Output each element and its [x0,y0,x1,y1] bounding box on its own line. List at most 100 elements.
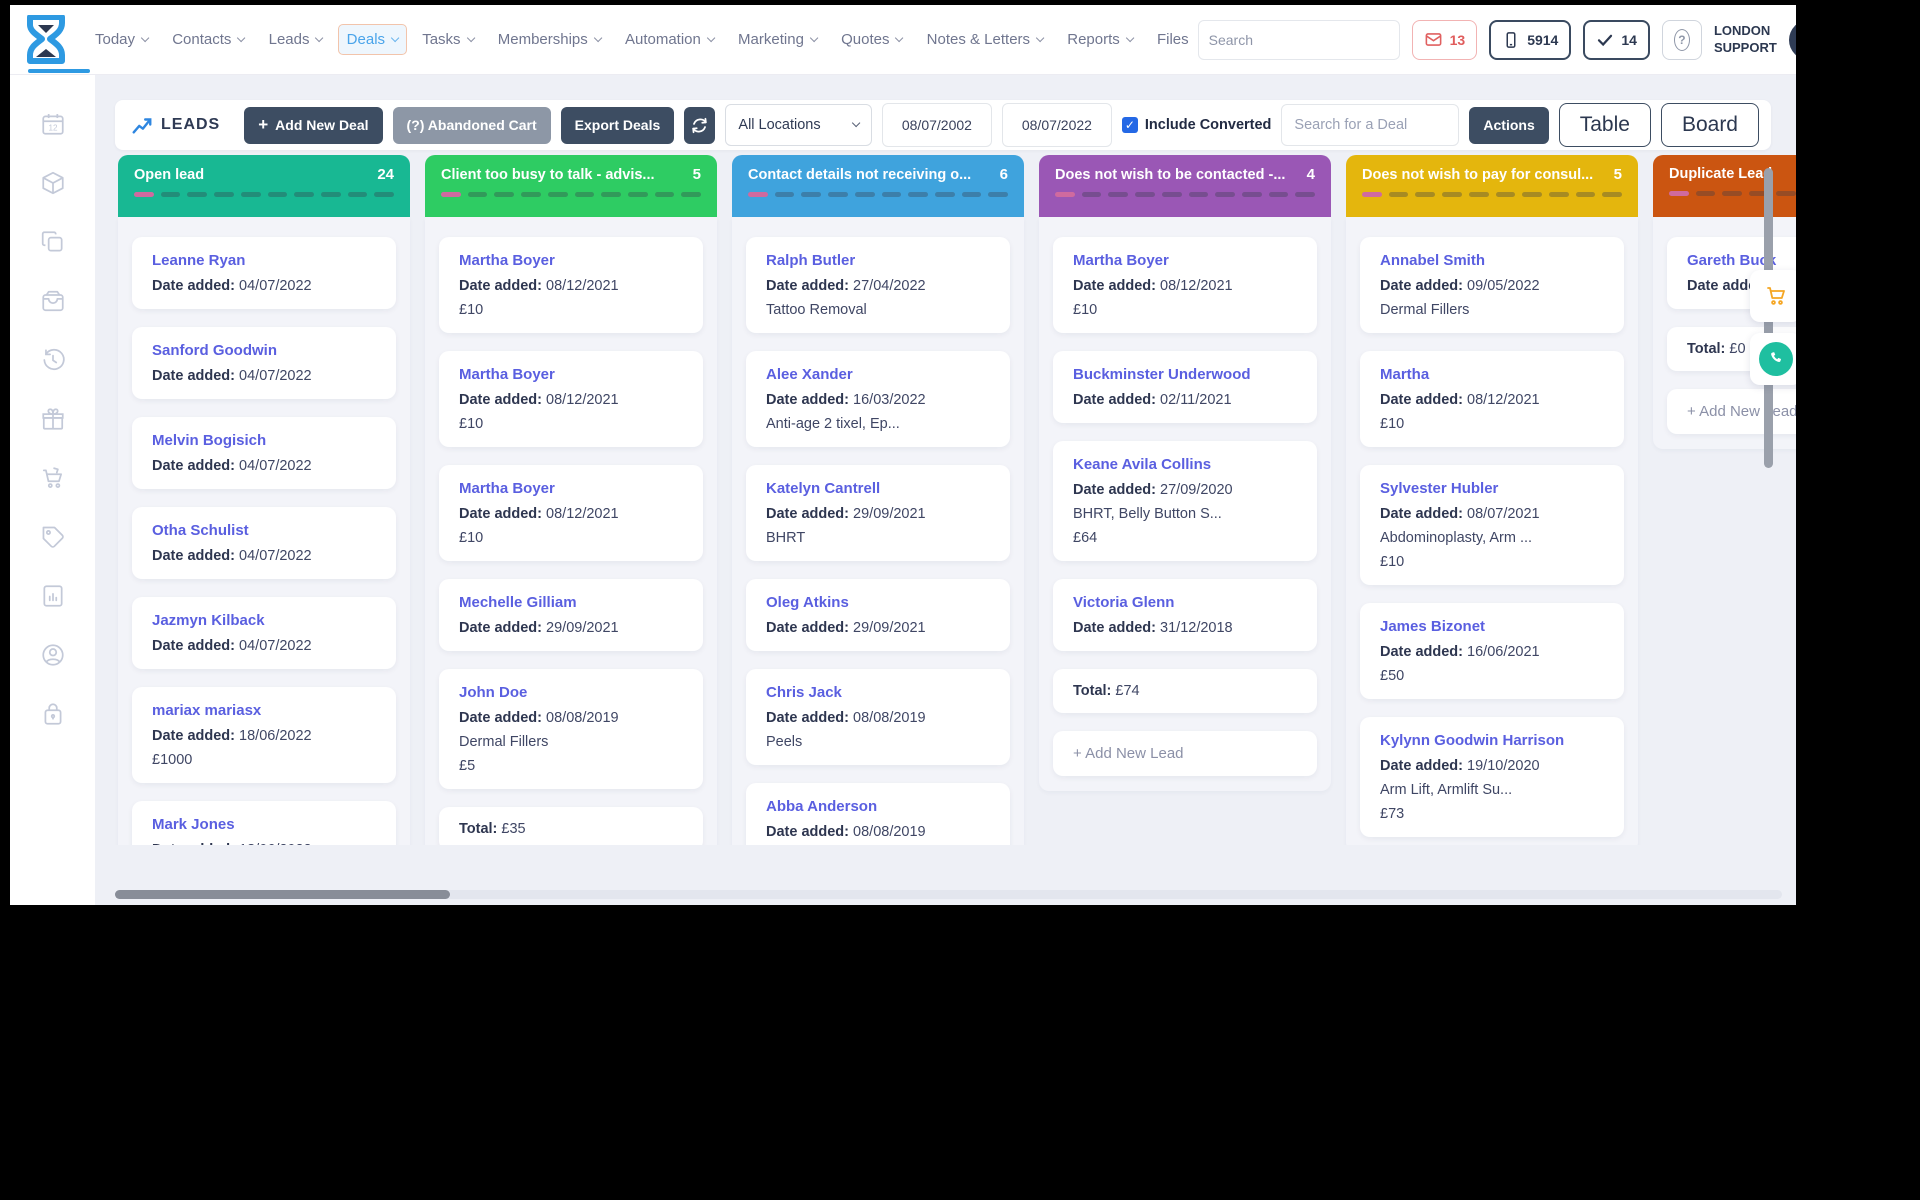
deal-card[interactable]: Leanne RyanDate added: 04/07/2022 [132,237,396,309]
deal-contact-name[interactable]: Alee Xander [766,366,990,383]
nav-item-leads[interactable]: Leads [260,24,332,55]
add-new-lead-card[interactable]: + Add New Lead [1053,731,1317,776]
nav-item-contacts[interactable]: Contacts [163,24,253,55]
board-view-button[interactable]: Board [1661,103,1759,147]
deal-card[interactable]: Abba AndersonDate added: 08/08/2019Peels [746,783,1010,845]
location-filter-select[interactable]: All Locations [725,104,872,146]
deal-contact-name[interactable]: Abba Anderson [766,798,990,815]
nav-item-deals[interactable]: Deals [338,24,408,55]
deal-card[interactable]: Keane Avila CollinsDate added: 27/09/202… [1053,441,1317,561]
deal-contact-name[interactable]: John Doe [459,684,683,701]
deal-contact-name[interactable]: Keane Avila Collins [1073,456,1297,473]
deal-card[interactable]: Martha BoyerDate added: 08/12/2021£10 [439,351,703,447]
sidebar-item-gift[interactable] [40,406,66,432]
mail-notifications-button[interactable]: 13 [1412,20,1478,60]
deal-contact-name[interactable]: Jazmyn Kilback [152,612,376,629]
deal-card[interactable]: Chris JackDate added: 08/08/2019Peels [746,669,1010,765]
horizontal-scrollbar-track[interactable] [115,890,1782,899]
deal-card[interactable]: Oleg AtkinsDate added: 29/09/2021 [746,579,1010,651]
deal-card[interactable]: Kylynn Goodwin HarrisonDate added: 19/10… [1360,717,1624,837]
deal-contact-name[interactable]: Martha [1380,366,1604,383]
deal-card[interactable]: Annabel SmithDate added: 09/05/2022Derma… [1360,237,1624,333]
help-button[interactable]: ? [1662,20,1702,60]
column-header[interactable]: Open lead24 [118,155,410,217]
deal-card[interactable]: Melvin BogisichDate added: 04/07/2022 [132,417,396,489]
deal-card[interactable]: mariax mariasxDate added: 18/06/2022£100… [132,687,396,783]
deal-contact-name[interactable]: Mechelle Gilliam [459,594,683,611]
deal-contact-name[interactable]: Martha Boyer [459,252,683,269]
deal-contact-name[interactable]: Melvin Bogisich [152,432,376,449]
sidebar-item-report[interactable] [40,583,66,609]
deal-card[interactable]: Victoria GlennDate added: 31/12/2018 [1053,579,1317,651]
deal-card[interactable]: Martha BoyerDate added: 08/12/2021£10 [439,237,703,333]
sidebar-item-package[interactable] [40,170,66,196]
nav-item-reports[interactable]: Reports [1058,24,1142,55]
deal-contact-name[interactable]: Mark Jones [152,816,376,833]
deal-card[interactable]: Otha SchulistDate added: 04/07/2022 [132,507,396,579]
sidebar-item-copy[interactable] [40,229,66,255]
deal-contact-name[interactable]: Victoria Glenn [1073,594,1297,611]
deal-contact-name[interactable]: Otha Schulist [152,522,376,539]
column-total-card[interactable]: Total: £35 [439,807,703,845]
nav-item-notes-letters[interactable]: Notes & Letters [918,24,1053,55]
nav-item-today[interactable]: Today [86,24,157,55]
deal-card[interactable]: Buckminster UnderwoodDate added: 02/11/2… [1053,351,1317,423]
deal-card[interactable]: Alee XanderDate added: 16/03/2022Anti-ag… [746,351,1010,447]
deal-card[interactable]: Mark JonesDate added: 18/06/2022 [132,801,396,845]
quick-call-button[interactable] [1750,333,1796,385]
deal-card[interactable]: Sylvester HublerDate added: 08/07/2021Ab… [1360,465,1624,585]
deal-contact-name[interactable]: Ralph Butler [766,252,990,269]
deal-contact-name[interactable]: Martha Boyer [1073,252,1297,269]
nav-item-memberships[interactable]: Memberships [489,24,610,55]
deal-card[interactable]: Sanford GoodwinDate added: 04/07/2022 [132,327,396,399]
deal-contact-name[interactable]: James Bizonet [1380,618,1604,635]
user-avatar[interactable] [1789,20,1796,60]
deal-contact-name[interactable]: Leanne Ryan [152,252,376,269]
deal-contact-name[interactable]: Sylvester Hubler [1380,480,1604,497]
column-header[interactable]: Client too busy to talk - advis...5 [425,155,717,217]
deal-contact-name[interactable]: Martha Boyer [459,480,683,497]
column-header[interactable]: Does not wish to be contacted -...4 [1039,155,1331,217]
sidebar-item-history[interactable] [40,347,66,373]
phone-calls-button[interactable]: 5914 [1489,20,1571,60]
column-header[interactable]: Duplicate Lead [1653,155,1796,217]
deal-card[interactable]: Martha BoyerDate added: 08/12/2021£10 [1053,237,1317,333]
deal-card[interactable]: Martha BoyerDate added: 08/12/2021£10 [439,465,703,561]
sidebar-item-lock[interactable] [40,701,66,727]
nav-item-files[interactable]: Files [1148,24,1198,55]
sidebar-item-account[interactable] [40,642,66,668]
deal-contact-name[interactable]: Kylynn Goodwin Harrison [1380,732,1604,749]
deal-card[interactable]: Katelyn CantrellDate added: 29/09/2021BH… [746,465,1010,561]
add-new-deal-button[interactable]: + Add New Deal [244,107,382,144]
include-converted-checkbox[interactable]: ✓ [1122,117,1138,133]
deal-contact-name[interactable]: Chris Jack [766,684,990,701]
deal-card[interactable]: MarthaDate added: 08/12/2021£10 [1360,351,1624,447]
deal-contact-name[interactable]: Gareth Buck [1687,252,1796,269]
deal-card[interactable]: Mechelle GilliamDate added: 29/09/2021 [439,579,703,651]
column-header[interactable]: Contact details not receiving o...6 [732,155,1024,217]
deal-card[interactable]: James BizonetDate added: 16/06/2021£50 [1360,603,1624,699]
deal-card[interactable]: Ralph ButlerDate added: 27/04/2022Tattoo… [746,237,1010,333]
column-total-card[interactable]: Total: £74 [1053,669,1317,713]
deal-contact-name[interactable]: Buckminster Underwood [1073,366,1297,383]
tasks-button[interactable]: 14 [1583,20,1650,60]
actions-button[interactable]: Actions [1469,107,1548,144]
export-deals-button[interactable]: Export Deals [561,107,675,144]
deal-contact-name[interactable]: Sanford Goodwin [152,342,376,359]
deal-contact-name[interactable]: Annabel Smith [1380,252,1604,269]
date-from-input[interactable] [882,103,992,147]
add-new-lead-card[interactable]: + Add New Lead [1667,389,1796,434]
sidebar-item-calendar[interactable]: 12 [40,111,66,137]
quick-cart-button[interactable] [1750,270,1796,322]
deal-contact-name[interactable]: Martha Boyer [459,366,683,383]
deal-card[interactable]: Jazmyn KilbackDate added: 04/07/2022 [132,597,396,669]
nav-item-marketing[interactable]: Marketing [729,24,826,55]
sidebar-item-tag[interactable] [40,524,66,550]
deal-card[interactable]: John DoeDate added: 08/08/2019Dermal Fil… [439,669,703,789]
abandoned-cart-button[interactable]: (?) Abandoned Cart [393,107,551,144]
app-logo[interactable] [24,15,68,65]
horizontal-scrollbar-thumb[interactable] [115,890,450,899]
table-view-button[interactable]: Table [1559,103,1651,147]
refresh-button[interactable] [684,107,715,144]
sidebar-item-inbox[interactable] [40,288,66,314]
